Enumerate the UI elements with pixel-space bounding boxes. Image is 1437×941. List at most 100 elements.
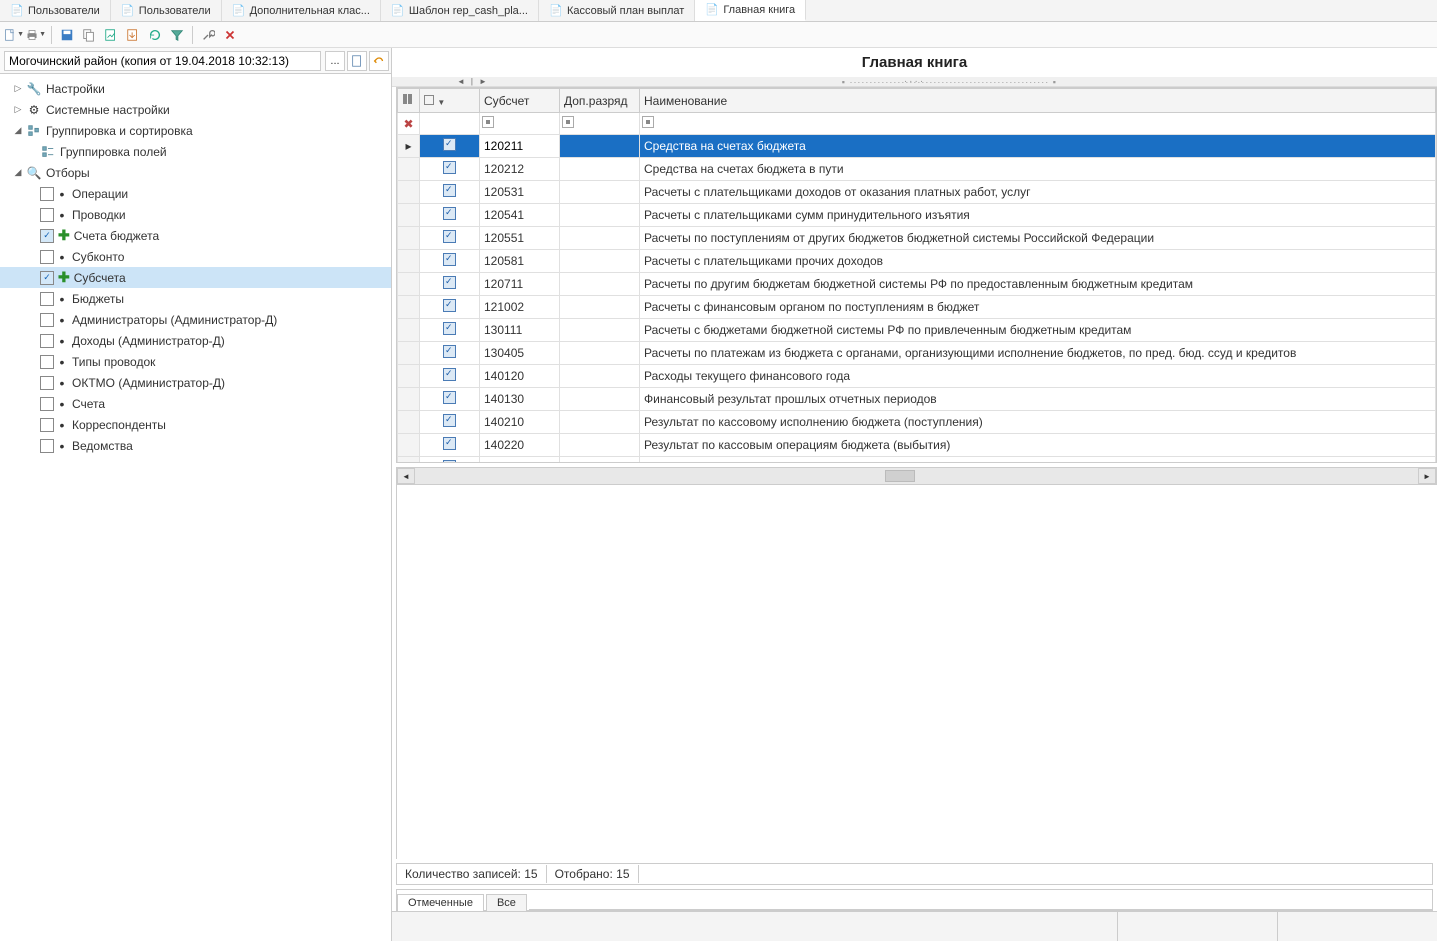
table-row[interactable]: 120212Средства на счетах бюджета в пути (398, 158, 1436, 181)
tab-extra-class[interactable]: 📄 Дополнительная клас... (222, 0, 381, 21)
tree-checkbox[interactable]: ✓ (40, 271, 54, 285)
row-checkbox[interactable] (420, 273, 480, 296)
table-row[interactable]: 140210Результат по кассовому исполнению … (398, 411, 1436, 434)
row-checkbox[interactable] (420, 365, 480, 388)
tree-filters[interactable]: ◢ 🔍 Отборы (0, 162, 391, 183)
table-row[interactable]: 120581Расчеты с плательщиками прочих дох… (398, 250, 1436, 273)
tree-checkbox[interactable] (40, 313, 54, 327)
table-row[interactable]: 140220Результат по кассовым операциям бю… (398, 434, 1436, 457)
table-row[interactable]: 130405Расчеты по платежам из бюджета с о… (398, 342, 1436, 365)
table-row[interactable]: 120711Расчеты по другим бюджетам бюджетн… (398, 273, 1436, 296)
tree-system-settings[interactable]: ▷ ⚙ Системные настройки (0, 99, 391, 120)
tree-filter-item[interactable]: •Операции (0, 183, 391, 204)
filter-subaccount[interactable] (480, 113, 560, 135)
tree-checkbox[interactable]: ✓ (40, 229, 54, 243)
tree-filter-item[interactable]: •Доходы (Администратор-Д) (0, 330, 391, 351)
row-checkbox[interactable] (420, 296, 480, 319)
expand-icon[interactable]: ▷ (12, 83, 24, 94)
tab-main-ledger[interactable]: 📄 Главная книга (695, 0, 806, 21)
scroll-thumb[interactable] (885, 470, 915, 482)
table-row[interactable]: 140130Финансовый результат прошлых отчет… (398, 388, 1436, 411)
data-grid[interactable]: ▼ Субсчет Доп.разряд Наименование ✖ ▸120… (396, 87, 1437, 463)
row-checkbox[interactable] (420, 388, 480, 411)
tab-template[interactable]: 📄 Шаблон rep_cash_pla... (381, 0, 539, 21)
row-checkbox[interactable] (420, 204, 480, 227)
tree-checkbox[interactable] (40, 397, 54, 411)
tree-checkbox[interactable] (40, 292, 54, 306)
config-name-input[interactable] (4, 51, 321, 71)
tree-filter-item[interactable]: •Счета (0, 393, 391, 414)
new-button[interactable]: ▼ (4, 25, 24, 45)
table-row[interactable]: 120551Расчеты по поступлениям от других … (398, 227, 1436, 250)
tree-filter-item[interactable]: •Бюджеты (0, 288, 391, 309)
tree-checkbox[interactable] (40, 376, 54, 390)
row-checkbox[interactable] (420, 181, 480, 204)
tree-field-grouping[interactable]: Группировка полей (0, 141, 391, 162)
row-checkbox[interactable] (420, 434, 480, 457)
tree-grouping[interactable]: ◢ Группировка и сортировка (0, 120, 391, 141)
filter-check[interactable] (420, 113, 480, 135)
row-checkbox[interactable] (420, 158, 480, 181)
undo-button[interactable] (369, 51, 389, 71)
import-button[interactable] (123, 25, 143, 45)
tree-checkbox[interactable] (40, 334, 54, 348)
tab-users-2[interactable]: 📄 Пользователи (111, 0, 222, 21)
tree-filter-item[interactable]: •Администраторы (Администратор-Д) (0, 309, 391, 330)
row-checkbox[interactable] (420, 227, 480, 250)
expand-icon[interactable]: ▷ (12, 104, 24, 115)
row-checkbox[interactable] (420, 457, 480, 464)
tree-filter-item[interactable]: •Типы проводок (0, 351, 391, 372)
filter-tab-marked[interactable]: Отмеченные (397, 894, 484, 911)
tree-filter-item[interactable]: •Корреспонденты (0, 414, 391, 435)
collapse-icon[interactable]: ◢ (12, 125, 24, 136)
tree-checkbox[interactable] (40, 187, 54, 201)
tree-filter-item[interactable]: •Ведомства (0, 435, 391, 456)
save-button[interactable] (57, 25, 77, 45)
scroll-right-button[interactable]: ► (1418, 468, 1436, 484)
collapse-icon[interactable]: ◢ (12, 167, 24, 178)
table-row[interactable]: 140120Расходы текущего финансового года (398, 365, 1436, 388)
tree-filter-item[interactable]: ✓✚Субсчета (0, 267, 391, 288)
filter-name[interactable] (640, 113, 1436, 135)
horizontal-splitter[interactable]: ◄|► ▪ ··································… (392, 77, 1437, 87)
row-checkbox[interactable] (420, 411, 480, 434)
refresh-button[interactable] (145, 25, 165, 45)
tree-filter-item[interactable]: ✓✚Счета бюджета (0, 225, 391, 246)
tab-cash-plan[interactable]: 📄 Кассовый план выплат (539, 0, 695, 21)
copy-button[interactable] (79, 25, 99, 45)
tree-checkbox[interactable] (40, 418, 54, 432)
table-row[interactable]: 120541Расчеты с плательщиками сумм прину… (398, 204, 1436, 227)
table-row[interactable]: 130111Расчеты с бюджетами бюджетной сист… (398, 319, 1436, 342)
tree-filter-item[interactable]: •Субконто (0, 246, 391, 267)
tree-settings[interactable]: ▷ 🔧 Настройки (0, 78, 391, 99)
tree-filter-item[interactable]: •Проводки (0, 204, 391, 225)
row-checkbox[interactable] (420, 135, 480, 158)
tree-checkbox[interactable] (40, 355, 54, 369)
grid-indicator-header[interactable] (398, 89, 420, 113)
row-checkbox[interactable] (420, 319, 480, 342)
grid-col-subaccount[interactable]: Субсчет (480, 89, 560, 113)
grid-col-name[interactable]: Наименование (640, 89, 1436, 113)
filter-extra[interactable] (560, 113, 640, 135)
filter-tab-all[interactable]: Все (486, 894, 527, 911)
print-button[interactable]: ▼ (26, 25, 46, 45)
row-checkbox[interactable] (420, 342, 480, 365)
grid-check-header[interactable]: ▼ (420, 89, 480, 113)
filter-button[interactable] (167, 25, 187, 45)
delete-button[interactable] (220, 25, 240, 45)
tab-users-1[interactable]: 📄 Пользователи (0, 0, 111, 21)
filter-pin[interactable]: ✖ (398, 113, 420, 135)
table-row[interactable]: 120531Расчеты с плательщиками доходов от… (398, 181, 1436, 204)
grid-col-extra[interactable]: Доп.разряд (560, 89, 640, 113)
export-button[interactable] (101, 25, 121, 45)
tree-filter-item[interactable]: •ОКТМО (Администратор-Д) (0, 372, 391, 393)
table-row[interactable]: 140230Результат прошлых отчетных периодо… (398, 457, 1436, 464)
tree-checkbox[interactable] (40, 250, 54, 264)
horizontal-scrollbar[interactable]: ◄ ► (396, 467, 1437, 485)
browse-button[interactable]: ... (325, 51, 345, 71)
table-row[interactable]: 121002Расчеты с финансовым органом по по… (398, 296, 1436, 319)
tree-checkbox[interactable] (40, 208, 54, 222)
tree-checkbox[interactable] (40, 439, 54, 453)
scroll-left-button[interactable]: ◄ (397, 468, 415, 484)
row-checkbox[interactable] (420, 250, 480, 273)
